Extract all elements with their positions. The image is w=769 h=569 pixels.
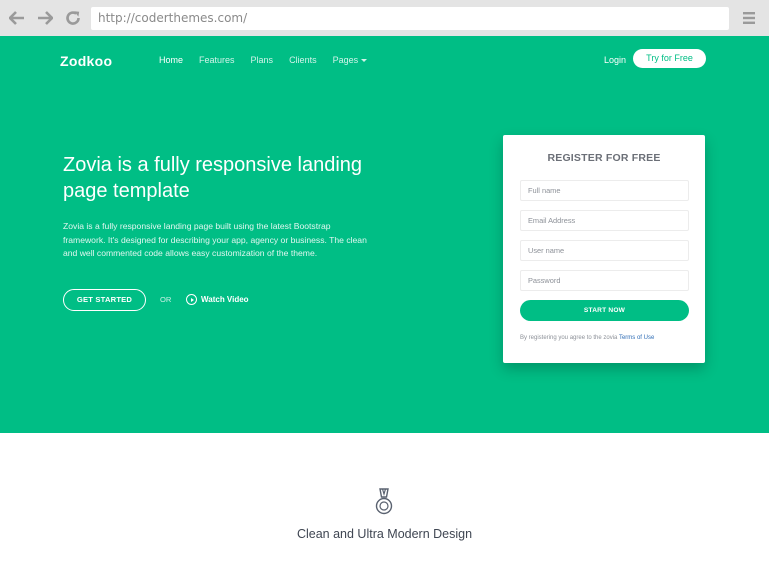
hero-description: Zovia is a fully responsive landing page… [63, 221, 367, 258]
forward-button[interactable] [36, 9, 54, 27]
terms-of-use-link[interactable]: Terms of Use [619, 335, 654, 341]
login-link[interactable]: Login [604, 54, 626, 66]
email-input[interactable]: Email Address [520, 210, 689, 231]
browser-menu-button[interactable] [741, 10, 757, 26]
nav-clients[interactable]: Clients [289, 54, 317, 66]
watch-video-link[interactable]: Watch Video [186, 294, 249, 305]
reload-icon [66, 11, 80, 25]
try-for-free-button[interactable]: Try for Free [633, 49, 706, 68]
back-button[interactable] [8, 9, 26, 27]
nav-features[interactable]: Features [199, 54, 235, 66]
hero-title: Zovia is a fully responsive landing page… [63, 154, 363, 202]
address-bar[interactable]: http://coderthemes.com/ [91, 7, 729, 30]
register-title: REGISTER FOR FREE [547, 152, 661, 164]
main-nav: Home Features Plans Clients Pages [159, 54, 383, 66]
medal-icon [375, 488, 393, 515]
arrow-right-icon [38, 11, 53, 25]
nav-plans[interactable]: Plans [251, 54, 274, 66]
nav-home[interactable]: Home [159, 54, 183, 66]
get-started-button[interactable]: GET STARTED [63, 289, 146, 311]
terms-text: By registering you agree to the zovia Te… [520, 335, 654, 341]
hamburger-menu-icon [743, 12, 755, 24]
nav-pages[interactable]: Pages [333, 54, 368, 66]
username-input[interactable]: User name [520, 240, 689, 261]
watch-video-label: Watch Video [201, 295, 249, 304]
terms-prefix: By registering you agree to the zovia [520, 335, 618, 341]
register-card: REGISTER FOR FREE Full name Email Addres… [503, 135, 705, 363]
full-name-input[interactable]: Full name [520, 180, 689, 201]
play-circle-icon [186, 294, 197, 305]
feature-title: Clean and Ultra Modern Design [296, 527, 473, 541]
arrow-left-icon [9, 11, 24, 25]
password-input[interactable]: Password [520, 270, 689, 291]
start-now-button[interactable]: START NOW [520, 300, 689, 321]
hero-section: Zodkoo Home Features Plans Clients Pages… [0, 36, 769, 433]
site-logo[interactable]: Zodkoo [60, 53, 112, 69]
browser-toolbar: http://coderthemes.com/ [0, 0, 769, 36]
reload-button[interactable] [64, 9, 82, 27]
nav-pages-label: Pages [332, 55, 359, 65]
caret-down-icon [361, 59, 368, 63]
or-separator: OR [160, 295, 172, 304]
